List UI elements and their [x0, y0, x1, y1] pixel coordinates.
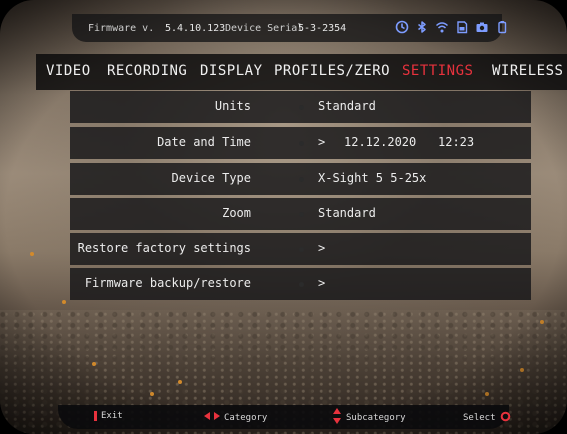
- category-hint: Category: [204, 411, 267, 424]
- select-ring-icon: [500, 411, 511, 425]
- row-indicator-dot: [299, 177, 304, 182]
- exit-button-icon: [94, 411, 97, 421]
- category-tab-bar: VIDEO RECORDING DISPLAY PROFILES/ZERO SE…: [36, 54, 567, 90]
- wildflower: [520, 368, 524, 372]
- exit-hint: Exit: [94, 411, 123, 421]
- setting-label: Device Type: [171, 171, 251, 185]
- settings-row-firmware-backup[interactable]: Firmware backup/restore >: [70, 268, 531, 300]
- tab-recording[interactable]: RECORDING: [107, 63, 187, 79]
- category-hint-label: Category: [224, 412, 268, 423]
- row-indicator-dot: [299, 105, 304, 110]
- camera-icon: [475, 20, 489, 34]
- tab-display[interactable]: DISPLAY: [200, 63, 263, 79]
- subcategory-hint: Subcategory: [332, 408, 406, 427]
- bluetooth-icon: [415, 20, 429, 34]
- chevron-right-icon: >: [318, 135, 326, 149]
- setting-label: Date and Time: [157, 135, 251, 149]
- wildflower: [62, 300, 66, 304]
- setting-label: Restore factory settings: [77, 241, 251, 255]
- setting-value: Standard: [318, 206, 376, 220]
- tab-profiles-zero[interactable]: PROFILES/ZERO: [274, 63, 390, 79]
- status-bar: Firmware v. 5.4.10.123 Device Serial 5-3…: [72, 14, 507, 42]
- battery-icon: [495, 20, 509, 34]
- select-hint: Select: [463, 411, 511, 425]
- firmware-label: Firmware v.: [88, 22, 155, 34]
- tab-settings[interactable]: SETTINGS: [402, 63, 473, 79]
- setting-label: Units: [214, 99, 251, 113]
- wildflower: [30, 252, 34, 256]
- settings-row-restore-factory[interactable]: Restore factory settings >: [70, 233, 531, 265]
- settings-row-units[interactable]: Units Standard: [70, 91, 531, 123]
- row-indicator-dot: [299, 141, 304, 146]
- device-serial-value: 5-3-2354: [298, 22, 347, 34]
- row-indicator-dot: [299, 282, 304, 287]
- wildflower: [485, 392, 489, 396]
- subcategory-hint-label: Subcategory: [346, 412, 406, 423]
- wildflower: [92, 362, 96, 366]
- firmware-version: 5.4.10.123: [165, 22, 226, 34]
- settings-row-zoom[interactable]: Zoom Standard: [70, 198, 531, 230]
- row-indicator-dot: [299, 212, 304, 217]
- sd-card-icon: [455, 20, 469, 34]
- settings-row-date-time[interactable]: Date and Time > 12.12.2020 12:23: [70, 127, 531, 159]
- status-icons: [395, 20, 509, 34]
- setting-label: Firmware backup/restore: [84, 276, 251, 290]
- wildflower: [178, 380, 182, 384]
- time-value: 12:23: [438, 135, 475, 149]
- select-hint-label: Select: [463, 413, 496, 423]
- setting-value: X-Sight 5 5-25x: [318, 171, 427, 185]
- chevron-right-icon: >: [318, 276, 326, 290]
- wifi-icon: [435, 20, 449, 34]
- tab-video[interactable]: VIDEO: [46, 63, 91, 79]
- wildflower: [540, 320, 544, 324]
- setting-value: Standard: [318, 99, 376, 113]
- tab-wireless[interactable]: WIRELESS: [492, 63, 563, 79]
- up-down-arrows-icon: [332, 408, 342, 427]
- date-value: 12.12.2020: [344, 135, 417, 149]
- settings-row-device-type[interactable]: Device Type X-Sight 5 5-25x: [70, 163, 531, 195]
- exit-hint-label: Exit: [101, 411, 123, 421]
- timer-icon: [395, 20, 409, 34]
- setting-label: Zoom: [222, 206, 251, 220]
- row-indicator-dot: [299, 247, 304, 252]
- left-right-arrows-icon: [204, 411, 220, 424]
- chevron-right-icon: >: [318, 241, 326, 255]
- device-serial-label: Device Serial: [225, 22, 304, 34]
- control-hint-bar: Exit Category Subcategory Select: [58, 405, 511, 429]
- wildflower: [150, 392, 154, 396]
